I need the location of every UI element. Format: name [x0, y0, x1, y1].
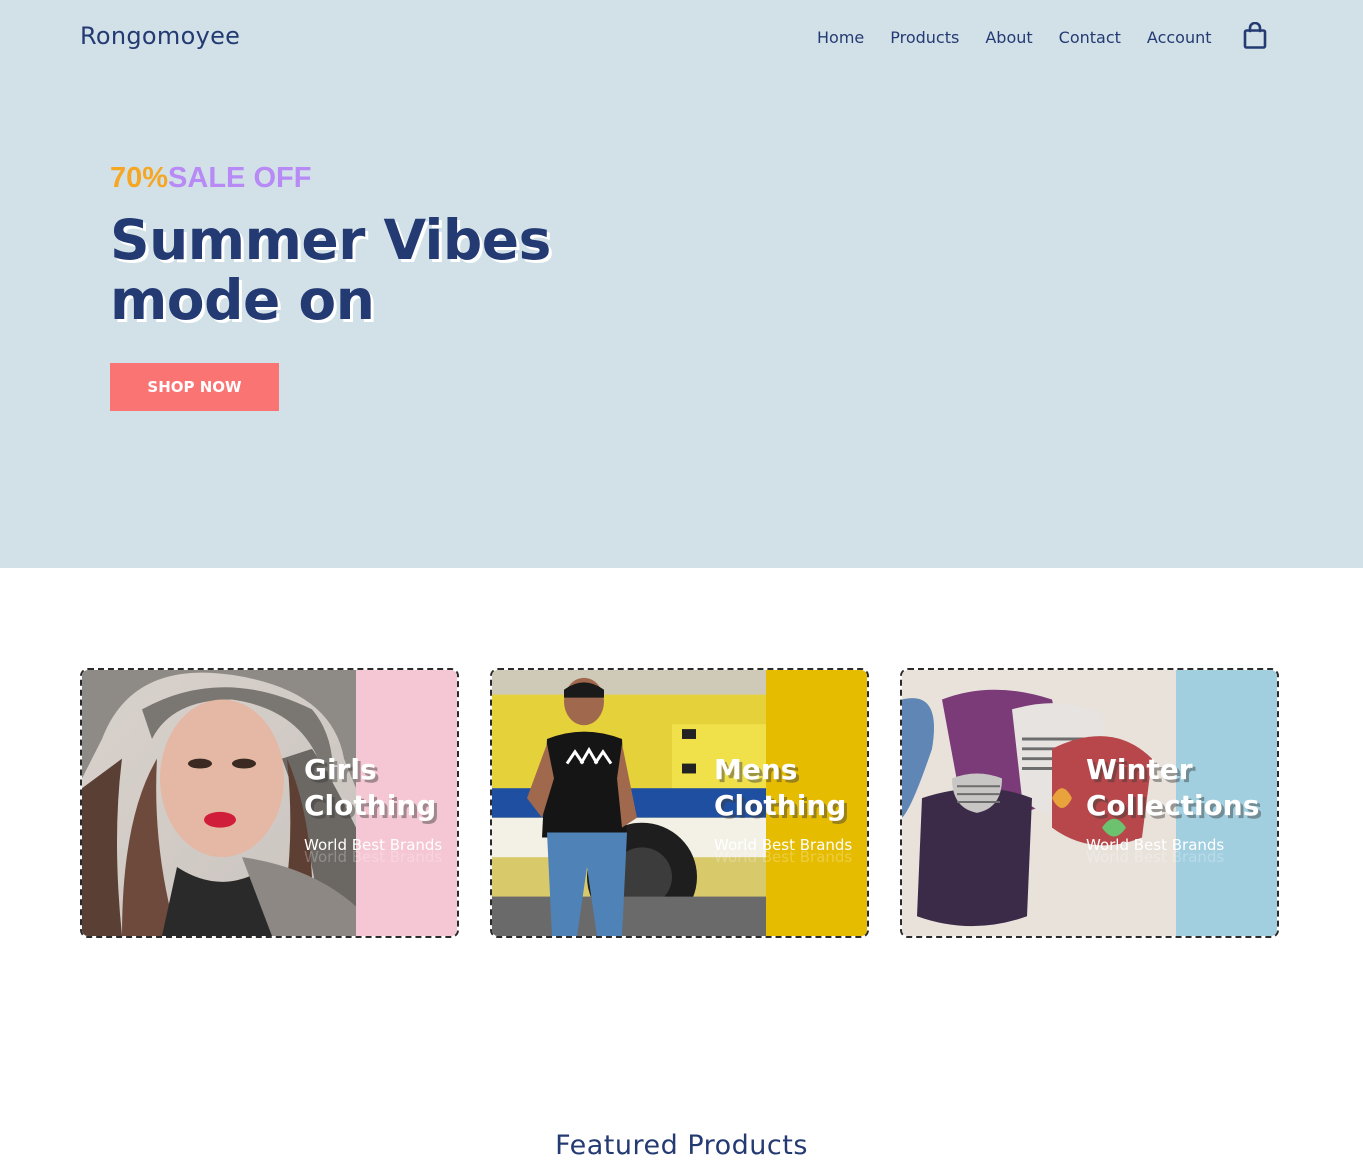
card-title-line-1: Mens	[714, 753, 798, 786]
nav-account[interactable]: Account	[1147, 28, 1212, 47]
nav-about[interactable]: About	[985, 28, 1032, 47]
card-subtitle: World Best Brands	[1086, 836, 1225, 854]
hero-headline: Summer Vibes mode on	[110, 210, 710, 330]
sale-label: SALE OFF	[168, 162, 312, 194]
shopping-bag-icon[interactable]	[1242, 21, 1268, 50]
category-card-mens[interactable]: Mens Clothing World Best Brands	[490, 668, 869, 938]
sale-percent: 70%	[110, 162, 169, 194]
card-title: Girls Clothing	[304, 752, 436, 824]
featured-products-heading: Featured Products	[555, 1130, 808, 1161]
nav-products[interactable]: Products	[890, 28, 959, 47]
hero-headline-line-2: mode on	[110, 268, 375, 332]
card-title-line-1: Winter	[1086, 753, 1193, 786]
category-card-girls[interactable]: Girls Clothing World Best Brands	[80, 668, 459, 938]
hero-headline-line-1: Summer Vibes	[110, 208, 551, 272]
site-logo[interactable]: Rongomoyee	[80, 22, 240, 50]
card-title: Winter Collections	[1086, 752, 1259, 824]
card-subtitle: World Best Brands	[304, 836, 443, 854]
shop-now-button[interactable]: SHOP NOW	[110, 363, 279, 411]
card-title-line-1: Girls	[304, 753, 377, 786]
card-title-line-2: Clothing	[714, 789, 847, 822]
main-nav: Home Products About Contact Account	[804, 28, 1225, 47]
card-subtitle: World Best Brands	[714, 836, 853, 854]
sale-promo: 70%SALE OFF	[110, 162, 311, 195]
card-title: Mens Clothing	[714, 752, 846, 824]
category-cards: Girls Clothing World Best Brands Mens Cl…	[80, 668, 1280, 938]
nav-contact[interactable]: Contact	[1059, 28, 1121, 47]
card-title-line-2: Collections	[1086, 789, 1260, 822]
hero-section: Rongomoyee Home Products About Contact A…	[0, 0, 1363, 568]
category-card-winter[interactable]: Winter Collections World Best Brands	[900, 668, 1279, 938]
card-title-line-2: Clothing	[304, 789, 437, 822]
nav-home[interactable]: Home	[817, 28, 864, 47]
